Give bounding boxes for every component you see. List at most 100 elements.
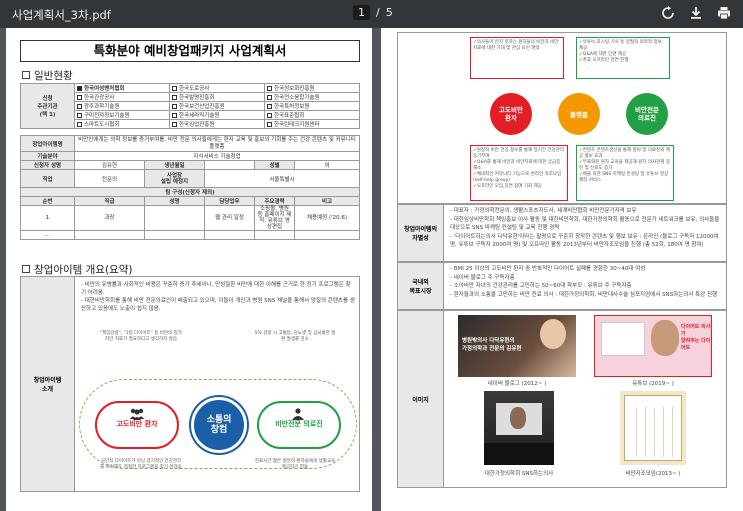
market-line-1: - BMI 25 이상의 고도비만 환자 중 반복적인 다이어트 실패를 경험한… [450, 266, 646, 272]
org-checkbox[interactable] [267, 86, 272, 91]
team-cell [144, 230, 205, 240]
org-option: 한국린테크지원센터 [264, 119, 360, 129]
applicant-label: 신청자 성명 [20, 160, 75, 170]
diagram-left-label: 고도비만 환자 [116, 420, 158, 428]
bottom-box-1: ✓원정직 비만 건강 정보를 통해 장기간 건강관리 동기부여 ✓Q&A를 통해… [470, 145, 568, 201]
item-text: - 비만의 유병률과 사회적인 비용은 꾸준히 증가 추세이나, 만성질환 비만… [81, 281, 355, 313]
gender-label: 성별 [254, 160, 295, 170]
market-line-4: - 환자들과의 소통을 고민하는 비만 진료 의사 : 대한가정의학회, 비만대… [450, 291, 718, 298]
org-checkbox[interactable] [77, 95, 82, 100]
org-checkbox[interactable] [172, 104, 177, 109]
team-col-header: 비고 [294, 196, 360, 206]
org-name: 한국임업진흥원 [179, 122, 215, 128]
caption-calendar: 비만자조모임(2013~ ) [625, 471, 681, 477]
org-name: 스마트도시협회 [84, 122, 120, 128]
team-cell: ... [20, 230, 75, 240]
item-label: 창업아이템 소개 [21, 277, 75, 491]
org-option: 광주과학기술원 [74, 101, 170, 111]
org-checkbox[interactable] [267, 95, 272, 100]
gender-value: 여 [294, 160, 360, 170]
org-checkbox[interactable] [77, 122, 82, 127]
org-name: 한국전소융합기술원 [274, 95, 320, 101]
top-diagram-section: ✓의사들이 만지 못하는 원자들의 비만과 비만치료에 대한 기대 및 관심 요… [397, 32, 727, 204]
diagram-right-label: 비만전문 의료진 [275, 420, 323, 428]
market-text: - BMI 25 이상의 고도비만 환자 중 반복적인 다이어트 실패를 경험한… [450, 265, 724, 299]
org-name: 한국관광공사 [84, 95, 115, 101]
applicant-info-table: 창업아이템명 비만인에게는 의학 정보를 증거부여를, 비만 전문 의사들에게는… [20, 135, 360, 240]
page-heading: 특화분야 예비창업패키지 사업계획서 [20, 40, 360, 62]
org-option: 한국관광공사 [74, 92, 170, 102]
org-checkbox[interactable] [172, 86, 177, 91]
diagram-bottom-right: 진료시간 짧은 충분히 환자들에게 생활교육 제공하기 힘듦 [254, 459, 336, 470]
current-page-input[interactable]: 1 [353, 5, 370, 20]
idea-label: 창업아이템명 [20, 135, 75, 152]
blog-thumbnail: 병원밖의사 다닥유현의 가정의학과 전문의 김유현 [458, 315, 576, 377]
youtube-thumbnail: 다이어트 의사가 알려주는 다이어트 [594, 315, 712, 377]
diff-label: 창업아이템의 차별성 [398, 205, 444, 261]
org-checkbox[interactable] [172, 113, 177, 118]
org-name: 한국발명진흥회 [179, 95, 215, 101]
org-checkbox[interactable] [267, 104, 272, 109]
diagram-center: 소통의 창컴 [191, 397, 247, 453]
download-icon[interactable] [689, 6, 703, 20]
diagram-top-left: "책임감량", "3일 다이어트" 등 비만의 정가치만 치료가 필요하다고 생… [100, 331, 182, 342]
org-option: 한국보건산업진흥원 [169, 101, 265, 111]
diff-text: - 대표자 : 가정의학전문의, 생활스포츠지도사, 세계비만협회 비만전문가자… [450, 207, 724, 250]
caption-youtube: 유튜브 (2019~ ) [632, 381, 674, 387]
caption-blog: 네이버 블로그 (2012~ ) [487, 381, 547, 387]
bottom-box-2: ✓컨텐츠 콘텐츠생산을 통해 병원 및 의료진의 제공 홍보 효과 ✓무료화된 … [576, 145, 674, 201]
org-option: 한국표준협회 [264, 110, 360, 120]
biz-place-label: 사업장 설립 예정지 [144, 169, 205, 188]
document-title: 사업계획서_3차.pdf [12, 8, 111, 22]
idea-value: 비만인에게는 의학 정보를 증거부여를, 비만 전문 의사들에게는 환자 교육 … [74, 135, 360, 152]
caption-conference: 대한가정의학회 SNS하는의사 [484, 471, 554, 477]
applicant-value: 김유현 [74, 160, 145, 170]
biz-place-value: 서울특별시 [204, 169, 360, 188]
top-box-2: ✓유튜브,포스팅,기사 등 양질의 의학적 정보 제공 ✓Q&A에 대한 단면 … [576, 37, 670, 79]
team-cell: 1 [20, 205, 75, 231]
org-name: 한국표준협회 [274, 113, 305, 119]
job-value: 전문의 [74, 169, 145, 188]
print-icon[interactable] [717, 6, 731, 20]
org-option: 한국여성벤처협회 [74, 83, 170, 93]
circle-doctor: 비만전문 의료진 [626, 93, 668, 135]
team-col-header: 담당업무 [204, 196, 255, 206]
team-cell [144, 205, 205, 231]
youtube-thumbnail-text: 다이어트 의사가 알려주는 다이어트 [681, 324, 711, 351]
market-line-3: - 소아비만 자녀의 건강관리를 고민하는 50~60대 학부모 : 유튜브 주… [450, 283, 632, 289]
org-name: 한국린테크지원센터 [274, 122, 320, 128]
general-section-title: 일반현황 [22, 68, 73, 83]
org-name: 한국정보화진흥원 [274, 86, 315, 92]
conference-thumbnail [484, 391, 554, 465]
table-row: ... [20, 230, 360, 240]
org-option: 스마트도시협회 [74, 119, 170, 129]
org-name: 구미전자정보기술원 [84, 113, 130, 119]
item-text-line-1: - 비만의 유병률과 사회적인 비용은 꾸준히 증가 추세이나, 만성질환 비만… [81, 282, 351, 296]
org-option: 한국전소융합기술원 [264, 92, 360, 102]
team-cell: 과장 [74, 205, 145, 231]
job-label: 직업 [20, 169, 75, 188]
org-checkbox[interactable] [77, 113, 82, 118]
item-summary-box: 창업아이템 소개 - 비만의 유병률과 사회적인 비용은 꾸준히 증가 추세이나… [20, 276, 360, 492]
org-option: 한국특허정보원 [264, 101, 360, 111]
org-checkbox[interactable] [77, 86, 82, 91]
team-col-header: 주요경력 [254, 196, 295, 206]
team-header: 팀 구성(신청자 제외) [20, 187, 360, 197]
total-pages: 5 [385, 6, 393, 19]
org-option: 한국정보화진흥원 [264, 83, 360, 93]
org-label: 신청 주관기관 (택 1) [20, 83, 75, 129]
org-checkbox[interactable] [172, 95, 177, 100]
top-box-1: ✓의사들이 만지 못하는 원자들의 비만과 비만치료에 대한 기대 및 관심 요… [470, 37, 564, 79]
org-checkbox[interactable] [267, 122, 272, 127]
concept-diagram: "책임감량", "3일 다이어트" 등 비만의 정가치만 치료가 필요하다고 생… [79, 329, 357, 487]
team-col-header: 직급 [74, 196, 145, 206]
org-checkbox[interactable] [267, 113, 272, 118]
pdf-page-1: 특화분야 예비창업패키지 사업계획서 일반현황 신청 주관기관 (택 1) 한국… [6, 28, 372, 511]
team-cell [254, 230, 295, 240]
org-checkbox[interactable] [77, 104, 82, 109]
rotate-icon[interactable] [661, 6, 675, 20]
org-option: 한국도로공사 [169, 83, 265, 93]
org-checkbox[interactable] [172, 122, 177, 127]
blog-thumbnail-text: 병원밖의사 다닥유현의 가정의학과 전문의 김유현 [462, 338, 522, 352]
tech-value: 지식서비스 기술창업 [74, 151, 360, 161]
